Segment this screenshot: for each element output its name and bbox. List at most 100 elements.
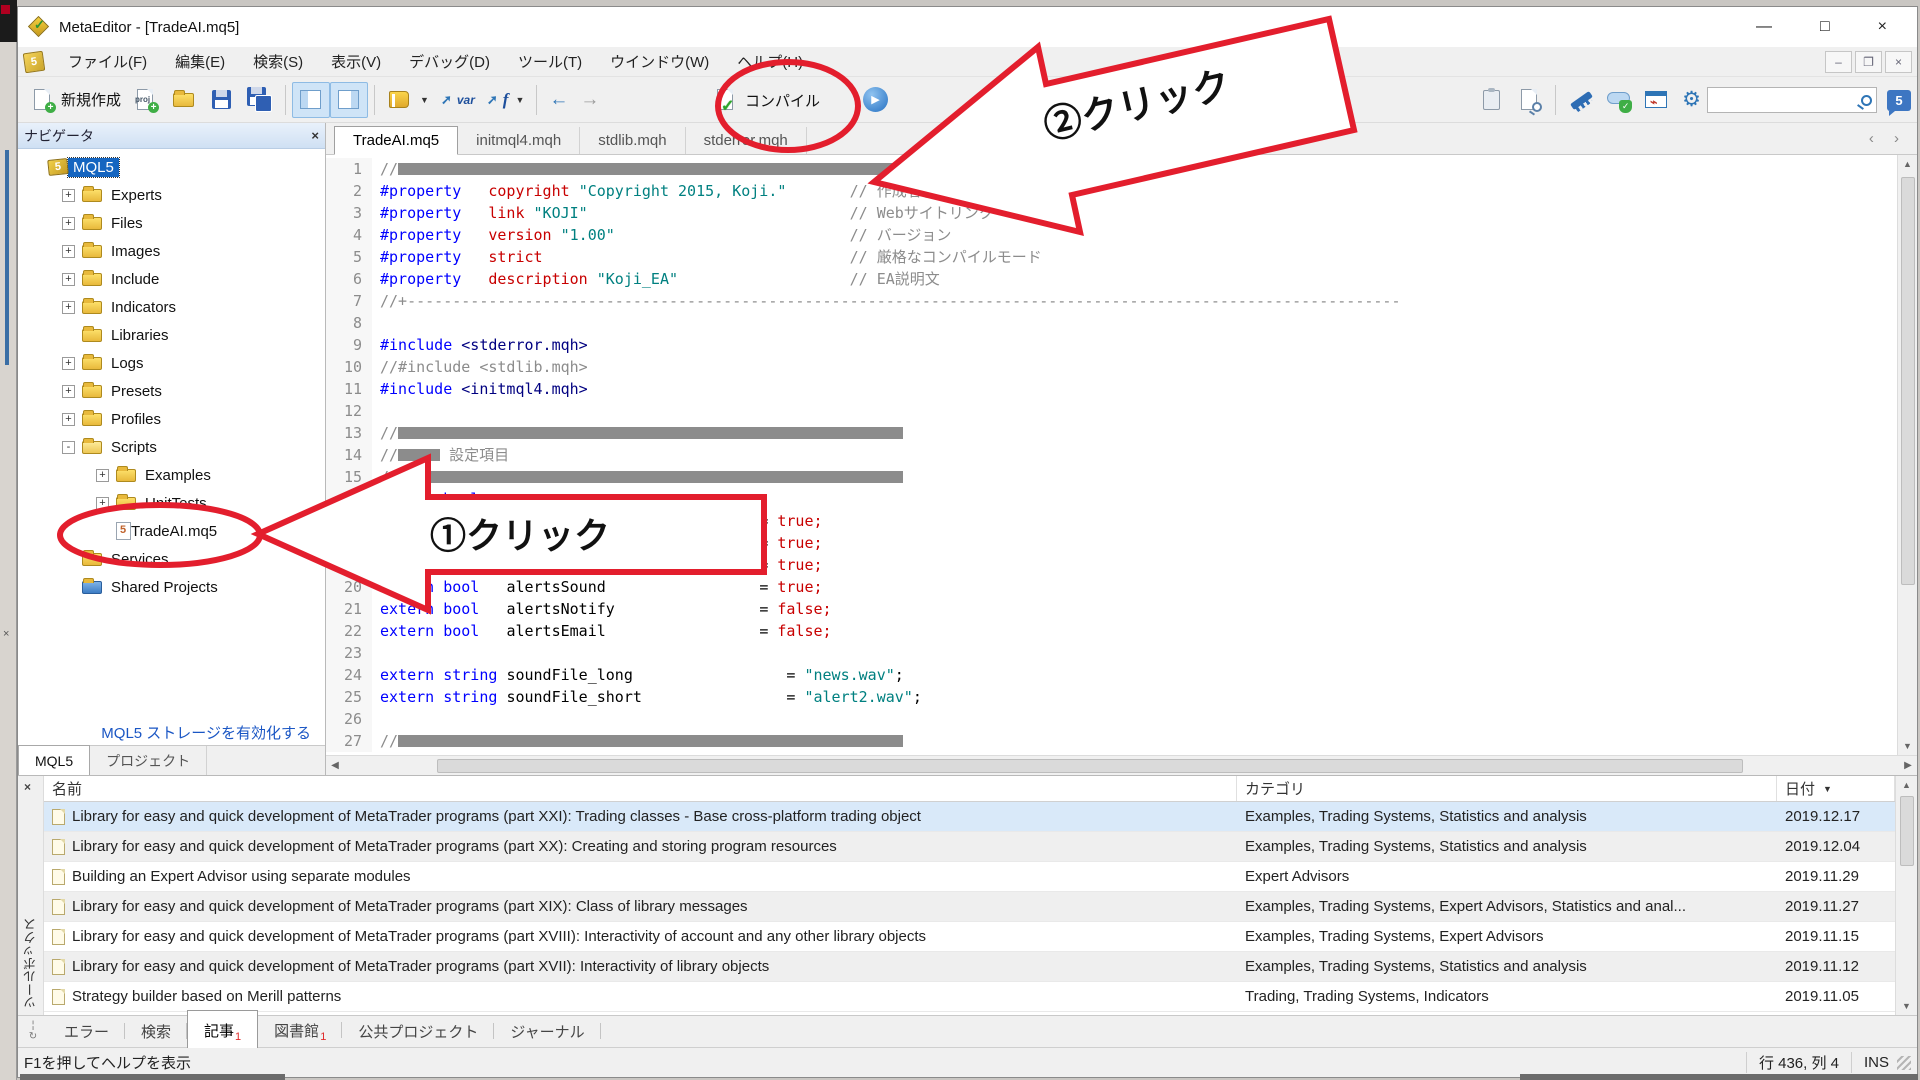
mql5-storage-button[interactable]: ✓ <box>1600 82 1638 118</box>
tree-expander-icon[interactable]: + <box>62 189 75 202</box>
panel-mini-buttons[interactable]: ¦↻ <box>22 1020 44 1042</box>
toolbox-tab-検索[interactable]: 検索 <box>125 1016 187 1047</box>
toolbox-vertical-scrollbar[interactable]: ▲ ▼ <box>1895 776 1917 1015</box>
menu-item-4[interactable]: デバッグ(D) <box>395 50 504 75</box>
navigate-forward-button[interactable]: → <box>574 84 605 116</box>
table-row[interactable]: Library for easy and quick development o… <box>44 952 1895 982</box>
insert-variable-button[interactable]: ➚var <box>435 87 481 113</box>
mql5-community-icon[interactable]: 5 <box>1887 90 1911 111</box>
toolbox-tab-公共プロジェクト[interactable]: 公共プロジェクト <box>342 1016 494 1047</box>
tree-item-libraries[interactable]: Libraries <box>18 321 325 349</box>
tree-item-examples[interactable]: +Examples <box>18 461 325 489</box>
snippets-button[interactable]: ▼ <box>381 82 435 118</box>
toolbox-tab-記事[interactable]: 記事1 <box>187 1010 258 1048</box>
resize-grip[interactable] <box>1897 1056 1911 1070</box>
tree-expander-icon[interactable]: - <box>62 441 75 454</box>
new-project-button[interactable]: proj+ <box>127 82 165 118</box>
open-terminal-button[interactable] <box>1638 82 1676 118</box>
column-header-name[interactable]: 名前 <box>44 776 1237 801</box>
tree-item-experts[interactable]: +Experts <box>18 181 325 209</box>
menu-item-2[interactable]: 検索(S) <box>239 50 317 75</box>
mdi-close-button[interactable]: × <box>1885 51 1912 73</box>
tree-expander-icon[interactable]: + <box>96 469 109 482</box>
open-file-button[interactable] <box>165 82 203 118</box>
tree-item-presets[interactable]: +Presets <box>18 377 325 405</box>
scrollbar-thumb[interactable] <box>1901 177 1915 585</box>
save-all-button[interactable] <box>241 82 279 118</box>
table-row[interactable]: Strategy builder based on Merill pattern… <box>44 982 1895 1012</box>
new-file-button[interactable]: + 新規作成 <box>24 82 127 118</box>
tree-item-scripts[interactable]: -Scripts <box>18 433 325 461</box>
tree-expander-icon[interactable]: + <box>62 273 75 286</box>
navigator-tab-プロジェクト[interactable]: プロジェクト <box>90 746 207 775</box>
tree-expander-icon[interactable]: + <box>62 301 75 314</box>
close-button[interactable]: × <box>1878 18 1887 36</box>
column-header-category[interactable]: カテゴリ <box>1237 776 1777 801</box>
styler-button[interactable] <box>1562 82 1600 118</box>
tree-item-profiles[interactable]: +Profiles <box>18 405 325 433</box>
menu-item-5[interactable]: ツール(T) <box>504 50 596 75</box>
toolbox-tab-エラー[interactable]: エラー <box>48 1016 125 1047</box>
table-row[interactable]: Library for easy and quick development o… <box>44 892 1895 922</box>
tree-expander-icon[interactable]: + <box>62 245 75 258</box>
scroll-down-icon[interactable]: ▼ <box>1903 737 1912 755</box>
tree-item-services[interactable]: Services <box>18 545 325 573</box>
tree-item-shared-projects[interactable]: Shared Projects <box>18 573 325 601</box>
tree-item-mql5[interactable]: 5MQL5 <box>18 153 325 181</box>
column-header-date[interactable]: 日付▼ <box>1777 776 1895 801</box>
navigator-tab-mql5[interactable]: MQL5 <box>18 745 90 775</box>
tree-expander-icon[interactable]: + <box>62 413 75 426</box>
table-row[interactable]: Building an Expert Advisor using separat… <box>44 862 1895 892</box>
tree-item-tradeai-mq5[interactable]: 5TradeAI.mq5 <box>18 517 325 545</box>
editor-vertical-scrollbar[interactable]: ▲ ▼ <box>1897 155 1917 755</box>
mql5-storage-link[interactable]: MQL5 ストレージを有効化する <box>18 719 325 745</box>
minimize-button[interactable]: — <box>1756 18 1772 36</box>
menu-item-7[interactable]: ヘルプ(H) <box>723 50 817 75</box>
paste-button[interactable] <box>1473 82 1511 118</box>
editor-tab-tradeai-mq5[interactable]: TradeAI.mq5 <box>334 126 458 155</box>
search-icon[interactable] <box>1861 95 1872 106</box>
scrollbar-thumb[interactable] <box>1900 796 1914 866</box>
tree-expander-icon[interactable]: + <box>62 217 75 230</box>
mdi-restore-button[interactable]: ❐ <box>1855 51 1882 73</box>
toggle-toolbox-button[interactable] <box>330 82 368 118</box>
scroll-up-icon[interactable]: ▲ <box>1902 776 1911 794</box>
toggle-navigator-button[interactable] <box>292 82 330 118</box>
tree-item-unittests[interactable]: +UnitTests <box>18 489 325 517</box>
tree-expander-icon[interactable]: + <box>62 385 75 398</box>
mdi-minimize-button[interactable]: – <box>1825 51 1852 73</box>
menu-item-1[interactable]: 編集(E) <box>161 50 239 75</box>
maximize-button[interactable]: □ <box>1820 18 1830 36</box>
navigator-close-icon[interactable]: × <box>311 128 319 143</box>
tree-item-indicators[interactable]: +Indicators <box>18 293 325 321</box>
search-input[interactable] <box>1707 87 1877 113</box>
table-row[interactable]: Library for easy and quick development o… <box>44 802 1895 832</box>
tree-item-include[interactable]: +Include <box>18 265 325 293</box>
menu-item-3[interactable]: 表示(V) <box>317 50 395 75</box>
find-in-files-button[interactable] <box>1511 82 1549 118</box>
editor-tab-stderror-mqh[interactable]: stderror.mqh <box>686 127 807 154</box>
editor-tab-stdlib-mqh[interactable]: stdlib.mqh <box>580 127 685 154</box>
scrollbar-thumb[interactable] <box>437 759 1743 773</box>
toolbox-tab-ジャーナル[interactable]: ジャーナル <box>494 1016 600 1047</box>
menu-item-0[interactable]: ファイル(F) <box>54 50 161 75</box>
tree-expander-icon[interactable]: + <box>96 497 109 510</box>
save-button[interactable] <box>203 82 241 118</box>
tree-item-files[interactable]: +Files <box>18 209 325 237</box>
insert-function-button[interactable]: ➚f▼ <box>481 85 531 115</box>
code-editor[interactable]: 1//2#property copyright "Copyright 2015,… <box>326 155 1897 755</box>
compile-button[interactable]: ✓ コンパイル <box>706 82 827 118</box>
editor-horizontal-scrollbar[interactable]: ◀ ▶ <box>326 755 1917 775</box>
menu-item-6[interactable]: ウインドウ(W) <box>596 50 723 75</box>
scroll-left-icon[interactable]: ◀ <box>326 760 344 771</box>
start-debug-button[interactable]: ▶ <box>863 87 888 112</box>
tree-item-images[interactable]: +Images <box>18 237 325 265</box>
scroll-right-icon[interactable]: ▶ <box>1899 760 1917 771</box>
toolbox-tab-図書館[interactable]: 図書館1 <box>258 1015 342 1048</box>
navigate-back-button[interactable]: ← <box>543 84 574 116</box>
toolbox-close-icon[interactable]: × <box>24 780 31 794</box>
tree-item-logs[interactable]: +Logs <box>18 349 325 377</box>
scroll-down-icon[interactable]: ▼ <box>1902 997 1911 1015</box>
table-row[interactable]: Library for easy and quick development o… <box>44 922 1895 952</box>
scroll-up-icon[interactable]: ▲ <box>1903 155 1912 173</box>
